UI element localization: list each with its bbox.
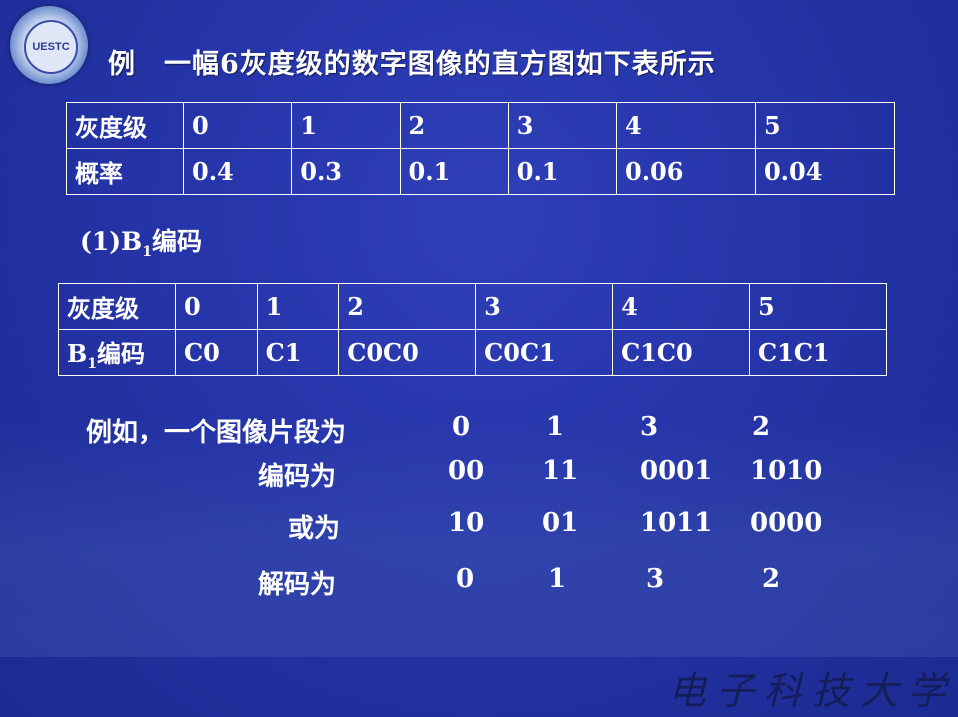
table-cell: 4 bbox=[612, 283, 751, 330]
table-cell: 2 bbox=[338, 283, 477, 330]
table-cell: C0C1 bbox=[475, 329, 614, 376]
heading-subscript: 1 bbox=[142, 244, 152, 260]
table-cell: 0.4 bbox=[182, 148, 293, 195]
table-cell: 1 bbox=[256, 283, 340, 330]
slide-title: 例 一幅6灰度级的数字图像的直方图如下表所示 bbox=[108, 49, 716, 80]
table-cell: C1C1 bbox=[749, 329, 887, 376]
table-cell: 0.1 bbox=[507, 148, 618, 195]
probability-table: 灰度级 0 1 2 3 4 5 概率 0.4 0.3 0.1 0.1 0.06 … bbox=[66, 102, 896, 195]
table-cell: 4 bbox=[616, 102, 756, 149]
encode-value: 1010 bbox=[750, 456, 823, 486]
or-value: 10 bbox=[448, 508, 485, 538]
segment-value: 3 bbox=[640, 412, 659, 442]
row-label-prefix: B bbox=[67, 338, 88, 368]
table-cell: 1 bbox=[291, 102, 401, 149]
or-value: 01 bbox=[542, 508, 579, 538]
heading-suffix: 编码 bbox=[151, 227, 202, 256]
table-row: 灰度级 0 1 2 3 4 5 bbox=[66, 102, 896, 149]
table-cell: C1 bbox=[256, 329, 340, 376]
table-cell: 3 bbox=[507, 102, 618, 149]
table-cell: 灰度级 bbox=[66, 102, 184, 149]
encode-value: 0001 bbox=[640, 456, 713, 486]
encode-value: 00 bbox=[448, 456, 485, 486]
table-cell: 灰度级 bbox=[58, 283, 176, 330]
code-table: 灰度级 0 1 2 3 4 5 B1编码 C0 C1 C0C0 C0C1 C1C… bbox=[58, 283, 887, 376]
table-cell: 0.3 bbox=[291, 148, 401, 195]
table-cell: 3 bbox=[475, 283, 614, 330]
or-value: 1011 bbox=[640, 508, 713, 538]
segment-value: 2 bbox=[752, 412, 771, 442]
table-cell: 概率 bbox=[66, 148, 184, 195]
table-cell: 0.06 bbox=[616, 148, 756, 195]
example-label: 例如，一个图像片段为 bbox=[86, 418, 347, 448]
decode-value: 1 bbox=[548, 564, 567, 594]
table-cell: 0 bbox=[175, 283, 258, 330]
table-cell: C0C0 bbox=[338, 329, 477, 376]
decode-value: 0 bbox=[456, 564, 475, 594]
table-cell: 0 bbox=[182, 102, 293, 149]
table-cell: 0.04 bbox=[754, 148, 896, 195]
table-cell: C0 bbox=[175, 329, 258, 376]
decode-value: 2 bbox=[762, 564, 781, 594]
table-row: B1编码 C0 C1 C0C0 C0C1 C1C0 C1C1 bbox=[58, 329, 887, 376]
institution-watermark: 电子科技大学 bbox=[668, 669, 957, 713]
table-cell: 2 bbox=[399, 102, 509, 149]
table-row: 概率 0.4 0.3 0.1 0.1 0.06 0.04 bbox=[66, 148, 896, 195]
encode-value: 11 bbox=[542, 456, 579, 486]
encode-label: 编码为 bbox=[258, 462, 337, 492]
or-label: 或为 bbox=[288, 514, 341, 544]
row-label-subscript: 1 bbox=[87, 355, 98, 372]
table-cell: 5 bbox=[754, 102, 896, 149]
heading-prefix: (1)B bbox=[80, 227, 143, 256]
decode-label: 解码为 bbox=[258, 570, 337, 600]
section-heading: (1)B1编码 bbox=[80, 222, 202, 260]
table-row: 灰度级 0 1 2 3 4 5 bbox=[58, 283, 887, 330]
or-value: 0000 bbox=[750, 508, 823, 538]
university-logo: UESTC bbox=[10, 6, 88, 84]
row-label-suffix: 编码 bbox=[97, 338, 146, 368]
logo-text: UESTC bbox=[24, 20, 78, 74]
segment-value: 0 bbox=[452, 412, 471, 442]
decode-value: 3 bbox=[646, 564, 665, 594]
table-cell: B1编码 bbox=[58, 329, 176, 376]
table-cell: 0.1 bbox=[399, 148, 509, 195]
table-cell: 5 bbox=[749, 283, 887, 330]
segment-value: 1 bbox=[546, 412, 565, 442]
table-cell: C1C0 bbox=[612, 329, 751, 376]
